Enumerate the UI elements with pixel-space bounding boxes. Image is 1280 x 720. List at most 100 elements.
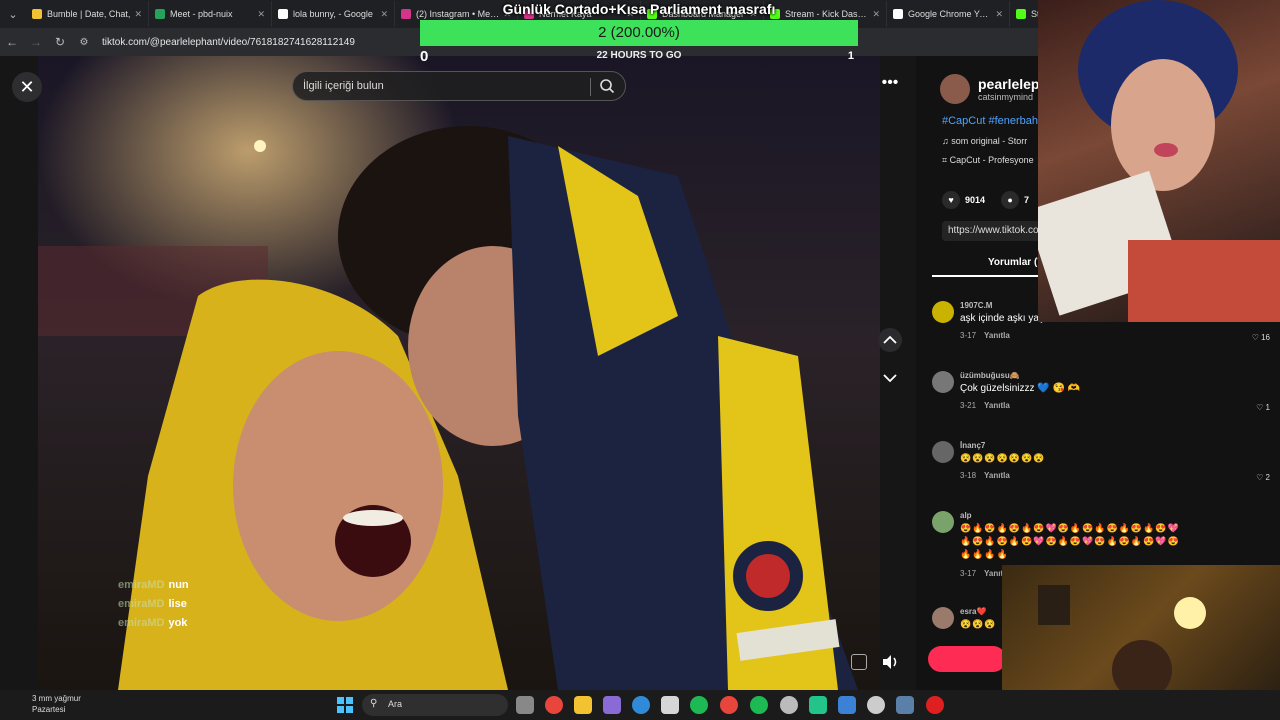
task-view-icon[interactable] (516, 696, 534, 714)
chrome-icon[interactable] (720, 696, 738, 714)
chrome-icon[interactable] (545, 696, 563, 714)
tab-1[interactable]: Meet - pbd-nuix ✕ (149, 1, 272, 27)
next-video-button[interactable] (878, 366, 902, 390)
comment-date: 3-17 (960, 569, 977, 578)
close-icon[interactable]: ✕ (257, 9, 265, 20)
volume-icon[interactable] (880, 652, 900, 672)
previous-video-button[interactable] (878, 328, 902, 352)
tab-favicon-icon (155, 9, 165, 19)
comment-text: 😵😵😵 (960, 619, 997, 629)
tab-0[interactable]: Bumble | Date, Chat, ✕ (26, 1, 149, 27)
webcam-image (1038, 0, 1280, 322)
app-icon[interactable] (896, 696, 914, 714)
avatar[interactable] (932, 607, 954, 629)
comment-count: 7 (1024, 195, 1030, 205)
comment-username[interactable]: alp (960, 511, 972, 520)
capcut-link[interactable]: ⌗ CapCut - Profesyone (942, 155, 1034, 166)
tab-title: Bumble | Date, Chat, (47, 9, 131, 19)
comment-text: 😍🔥😍🔥😍🔥😍💖😍🔥😍🔥😍🔥😍🔥😍💖 (960, 523, 1180, 533)
url-field[interactable]: tiktok.com/@pearlelephant/video/76181827… (102, 37, 355, 48)
edge-icon[interactable] (632, 696, 650, 714)
avatar[interactable] (932, 511, 954, 533)
avatar[interactable] (932, 371, 954, 393)
weather-text: 3 mm yağmur (32, 694, 81, 703)
site-info-icon[interactable]: ⚙ (72, 37, 96, 48)
post-comment-button[interactable] (928, 646, 1006, 672)
like-count: 9014 (965, 195, 986, 205)
tab-search-icon[interactable]: ⌄ (0, 0, 26, 28)
comment-like[interactable]: ♡ 2 (1256, 473, 1270, 482)
back-arrow-icon[interactable]: ← (0, 35, 24, 49)
related-search-input[interactable]: İlgili içeriği bulun (292, 71, 626, 101)
chat-username: emiraMD (118, 579, 165, 591)
forward-arrow-icon[interactable]: → (24, 35, 48, 49)
comment-text: 😵😵😵😵😵😵😵 (960, 453, 1046, 463)
more-options-icon[interactable]: ••• (878, 72, 902, 96)
sound-title: som original - Storr (951, 136, 1028, 146)
reply-button[interactable]: Yanıtla (984, 471, 1010, 480)
app-icon[interactable] (603, 696, 621, 714)
chat-text: nun (168, 579, 189, 591)
opera-icon[interactable] (926, 696, 944, 714)
reply-button[interactable]: Yanıtla (984, 331, 1010, 340)
store-icon[interactable] (661, 696, 679, 714)
comment-date: 3-17 (960, 331, 977, 340)
tab-7[interactable]: Google Chrome Yard ✕ (887, 1, 1010, 27)
reply-button[interactable]: Yanıtla (984, 401, 1010, 410)
taskbar-search-input[interactable]: Ara (362, 694, 508, 716)
video-player: ✕ İlgili içeriği bulun ••• emiraMD nun em… (0, 56, 916, 690)
heart-icon: ♡ (1251, 333, 1262, 342)
chat-message: emiraMD lise (118, 595, 189, 614)
comment-username[interactable]: İnanç7 (960, 441, 985, 450)
kick-icon[interactable] (809, 696, 827, 714)
comment-icon[interactable]: ● (1001, 191, 1020, 209)
weather-day: Pazartesi (32, 705, 66, 714)
search-icon: ⚲ (370, 698, 378, 709)
avatar[interactable] (940, 74, 970, 104)
close-icon[interactable]: ✕ (134, 9, 142, 20)
app-icon[interactable] (838, 696, 856, 714)
file-explorer-icon[interactable] (574, 696, 592, 714)
goal-progress-bar: 2 (200.00%) (420, 20, 858, 46)
reload-icon[interactable]: ↻ (48, 35, 72, 49)
close-icon[interactable]: ✕ (872, 9, 880, 20)
tab-title: Google Chrome Yard (908, 9, 992, 19)
comment-username[interactable]: 1907C.M (960, 301, 992, 310)
spotify-icon[interactable] (690, 696, 708, 714)
comment-username[interactable]: üzümbuğusu🙈 (960, 371, 1020, 380)
obs-icon[interactable] (867, 696, 885, 714)
comment-like[interactable]: ♡ 1 (1256, 403, 1270, 412)
comment-text: 🔥😍🔥😍🔥😍💖😍🔥😍💖😍🔥😍🔥😍💖😍 (960, 536, 1180, 546)
avatar[interactable] (932, 441, 954, 463)
hashtags[interactable]: #CapCut #fenerbah (942, 115, 1038, 127)
sound-link[interactable]: ♫ som original - Storr (942, 136, 1027, 146)
search-icon[interactable] (599, 78, 615, 94)
comment-meta: 3-18 Yanıtla (960, 471, 1010, 480)
comment-meta: 3-21 Yanıtla (960, 401, 1010, 410)
windows-start-icon[interactable] (336, 696, 354, 714)
heart-icon[interactable]: ♥ (942, 191, 960, 209)
spotify-icon[interactable] (750, 696, 768, 714)
close-icon[interactable]: ✕ (380, 9, 388, 20)
close-icon[interactable]: ✕ (995, 9, 1003, 20)
tab-comments[interactable]: Yorumlar (7 (988, 257, 1043, 268)
close-video-button[interactable]: ✕ (12, 72, 42, 102)
webcam-overlay-bottom (1002, 565, 1280, 690)
search-placeholder: İlgili içeriği bulun (303, 80, 384, 92)
comment-username[interactable]: esra❤️ (960, 607, 986, 616)
chat-text: lise (168, 598, 187, 610)
heart-icon: ♡ (1256, 473, 1266, 482)
app-icon[interactable] (780, 696, 798, 714)
tab-favicon-icon (1016, 9, 1026, 19)
windows-taskbar: 3 mm yağmur Pazartesi Ara ⚲ (0, 690, 1280, 720)
author-info[interactable]: pearleleph catsinmymind (940, 74, 1048, 104)
avatar[interactable] (932, 301, 954, 323)
tab-title: Meet - pbd-nuix (170, 9, 233, 19)
comment-like[interactable]: ♡ 16 (1252, 333, 1270, 342)
picture-in-picture-icon[interactable] (851, 654, 867, 670)
comment-text: Çok güzelsinizzz 💙 😘 🫶 (960, 383, 1081, 394)
weather-widget[interactable]: 3 mm yağmur Pazartesi (12, 693, 81, 715)
tab-2[interactable]: lola bunny, - Google ✕ (272, 1, 395, 27)
capcut-icon: ⌗ (942, 155, 950, 165)
capcut-label: CapCut - Profesyone (949, 155, 1034, 165)
